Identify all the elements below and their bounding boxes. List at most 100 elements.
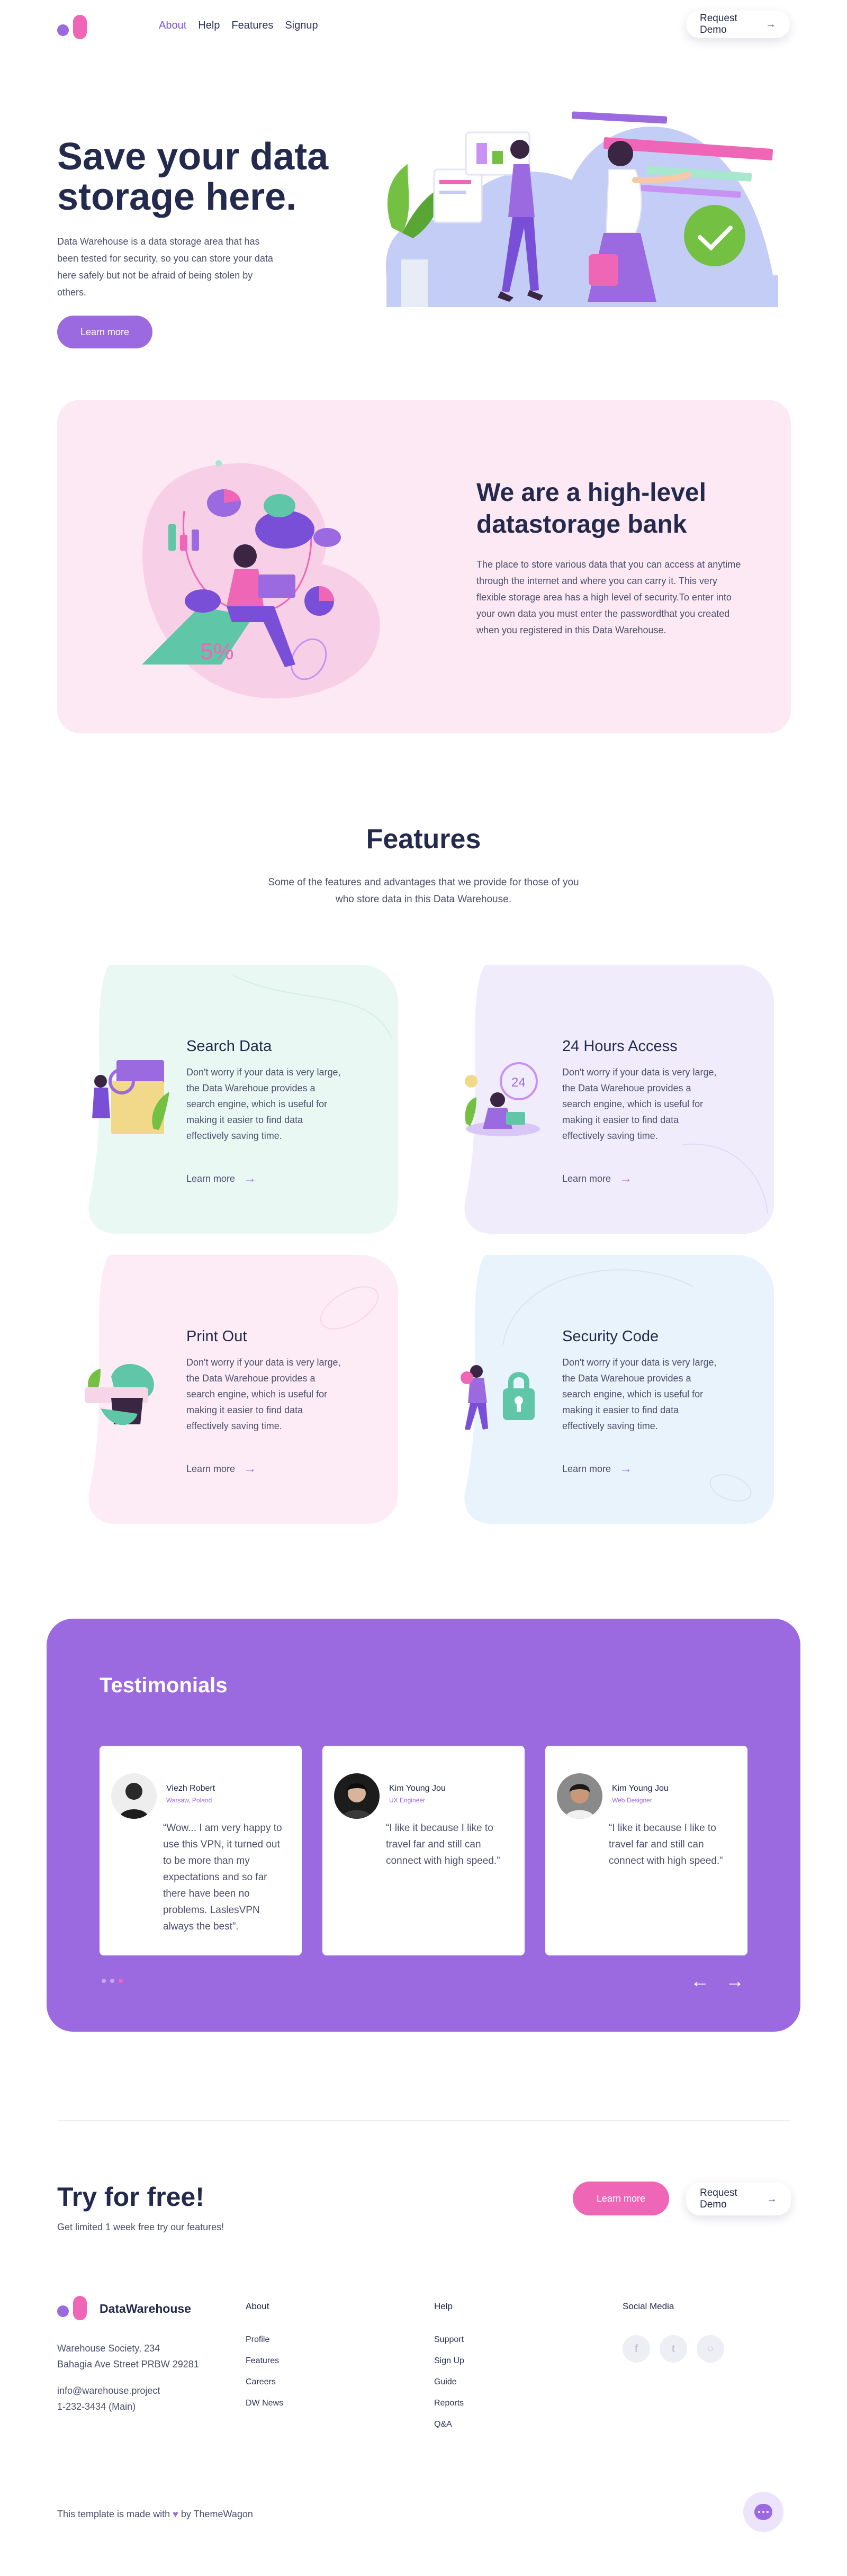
footer-phone: 1-232-3434 (Main) (57, 2401, 136, 2412)
nav-link-help[interactable]: Help (198, 20, 220, 32)
testimonial-quote: “I like it because I like to travel far … (609, 1823, 723, 1866)
footer-email[interactable]: info@warehouse.project (57, 2383, 160, 2399)
nav-link-signup[interactable]: Signup (285, 20, 318, 32)
footer-social-column: Social Media f t ○ (623, 2301, 724, 2363)
feature-learn-more-link[interactable]: Learn more → (186, 1461, 256, 1476)
feature-text: Don't worry if your data is very large, … (562, 1357, 717, 1431)
footer-link-dw-news[interactable]: DW News (246, 2399, 283, 2420)
bank-text: The place to store various data that you… (476, 559, 741, 635)
bank-illustration: 5% (142, 460, 380, 699)
footer-link-guide[interactable]: Guide (434, 2377, 464, 2399)
testimonial-name: Kim Young Jou (612, 1784, 669, 1793)
testimonial-name: Viezh Robert (166, 1784, 215, 1793)
feature-card-security-code: Security Code Don't worry if your data i… (450, 1255, 774, 1524)
footer-link-features[interactable]: Features (246, 2356, 283, 2377)
chat-button[interactable] (743, 2492, 783, 2532)
testimonials-section: Testimonials Viezh Robert Warsaw, Poland… (47, 1619, 800, 2032)
cta-learn-more-button[interactable]: Learn more (573, 2182, 669, 2215)
features-subtitle: Some of the features and advantages that… (268, 877, 579, 905)
testimonial-card: Viezh Robert Warsaw, Poland “Wow... I am… (100, 1746, 302, 1955)
arrow-left-icon[interactable]: ← (690, 1971, 709, 1990)
hero-learn-more-button[interactable]: Learn more (57, 316, 152, 348)
avatar (557, 1773, 602, 1819)
feature-learn-more-link[interactable]: Learn more → (562, 1461, 632, 1476)
logo-dot (57, 24, 69, 36)
request-demo-button[interactable]: Request Demo → (686, 11, 790, 38)
testimonial-role: UX Engineer (389, 1797, 426, 1804)
arrow-right-icon: → (244, 1171, 257, 1186)
feature-title: Search Data (186, 1038, 272, 1055)
footer-link-sign-up[interactable]: Sign Up (434, 2356, 464, 2377)
print-out-illustration (85, 1364, 154, 1425)
social-icons: f t ○ (623, 2335, 724, 2363)
footer-contact: info@warehouse.project 1-232-3434 (Main) (57, 2383, 160, 2415)
feature-title: Security Code (562, 1328, 659, 1345)
brand-name: DataWarehouse (100, 2301, 191, 2315)
nav-links: About Help Features Signup (159, 20, 318, 32)
carousel-dot-active[interactable] (119, 1979, 123, 1983)
footer-brand[interactable]: DataWarehouse (57, 2296, 191, 2321)
arrow-right-icon: → (619, 1461, 633, 1476)
brand-logo (57, 2296, 91, 2321)
chat-bubble-icon (754, 2504, 772, 2520)
feature-learn-more-link[interactable]: Learn more → (186, 1171, 256, 1186)
address-line: Bahagia Ave Street PRBW 29281 (57, 2359, 199, 2369)
heart-icon: ♥ (173, 2509, 178, 2519)
avatar (111, 1773, 157, 1819)
request-demo-label: Request Demo (700, 2187, 737, 2210)
facebook-icon[interactable]: f (623, 2335, 650, 2363)
credit-suffix[interactable]: by ThemeWagon (181, 2509, 253, 2519)
footer-address: Warehouse Society, 234 Bahagia Ave Stree… (57, 2340, 199, 2372)
arrow-right-icon: → (619, 1171, 633, 1186)
testimonial-role: Web Designer (612, 1797, 652, 1804)
footer-column-heading: Social Media (623, 2301, 674, 2311)
features-title: Features (366, 824, 481, 855)
footer-link-careers[interactable]: Careers (246, 2377, 283, 2399)
footer-credit: This template is made with ♥ by ThemeWag… (57, 2509, 253, 2520)
testimonial-quote: “Wow... I am very happy to use this VPN,… (163, 1823, 282, 1932)
bank-illus-label: 5% (200, 639, 234, 665)
footer-link-profile[interactable]: Profile (246, 2335, 283, 2356)
footer-link-reports[interactable]: Reports (434, 2399, 464, 2420)
cta-subtitle: Get limited 1 week free try our features… (57, 2222, 224, 2232)
feature-text: Don't worry if your data is very large, … (186, 1357, 341, 1431)
nav-link-about[interactable]: About (159, 20, 186, 32)
twitter-icon[interactable]: t (660, 2335, 687, 2363)
testimonial-name: Kim Young Jou (389, 1784, 446, 1793)
feature-card-search: Search Data Don't worry if your data is … (74, 965, 398, 1234)
arrow-right-icon[interactable]: → (725, 1971, 744, 1990)
credit-prefix: This template is made with (57, 2509, 170, 2519)
testimonial-card: Kim Young Jou UX Engineer “I like it bec… (322, 1746, 525, 1955)
carousel-arrows: ← → (690, 1971, 744, 1990)
footer-link-support[interactable]: Support (434, 2335, 464, 2356)
brand-logo[interactable] (57, 15, 91, 41)
footer-link-qa[interactable]: Q&A (434, 2420, 464, 2441)
nav-link-features[interactable]: Features (231, 20, 273, 32)
feature-title: Print Out (186, 1328, 247, 1345)
top-nav: About Help Features Signup Request Demo … (0, 0, 847, 53)
bank-title: We are a high-level datastorage bank (476, 479, 706, 538)
feature-title: 24 Hours Access (562, 1038, 678, 1055)
footer-about-column: About Profile Features Careers DW News (246, 2301, 283, 2420)
search-data-illustration (92, 1060, 169, 1134)
learn-more-label: Learn more (562, 1173, 611, 1184)
hero-title: Save your data storage here. (57, 136, 329, 218)
learn-more-label: Learn more (186, 1463, 236, 1474)
24-hours-illustration: 24 (465, 1062, 540, 1136)
learn-more-label: Learn more (186, 1173, 236, 1184)
cta-request-demo-button[interactable]: Request Demo → (686, 2183, 791, 2215)
arrow-right-icon: → (767, 2193, 777, 2205)
learn-more-label: Learn more (562, 1463, 611, 1474)
feature-learn-more-link[interactable]: Learn more → (562, 1171, 632, 1186)
instagram-icon[interactable]: ○ (697, 2335, 724, 2363)
footer-column-heading: Help (434, 2301, 453, 2311)
carousel-dot[interactable] (110, 1979, 114, 1983)
feature-card-24-hours: 24 24 Hours Access Don't worry if your d… (450, 965, 774, 1234)
feature-text: Don't worry if your data is very large, … (186, 1067, 341, 1141)
testimonial-card: Kim Young Jou Web Designer “I like it be… (545, 1746, 747, 1955)
24-hours-illus-label: 24 (511, 1075, 526, 1090)
arrow-right-icon: → (244, 1461, 257, 1476)
hero-illustration (385, 111, 778, 334)
carousel-dot[interactable] (102, 1979, 106, 1983)
arrow-right-icon: → (765, 18, 776, 30)
